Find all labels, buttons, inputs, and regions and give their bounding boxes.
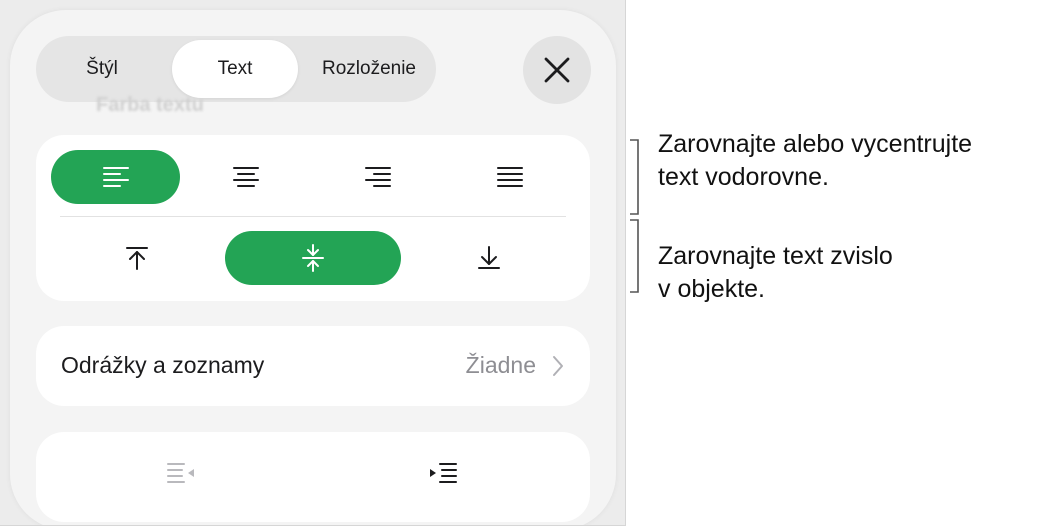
- bullets-and-lists-row[interactable]: Odrážky a zoznamy Žiadne: [36, 326, 590, 406]
- chevron-right-icon: [553, 356, 563, 376]
- tab-text[interactable]: Text: [172, 40, 298, 98]
- align-center-icon: [232, 167, 259, 187]
- align-bottom-icon: [478, 246, 500, 269]
- align-right-icon: [364, 167, 391, 187]
- align-bottom-button[interactable]: [403, 231, 575, 285]
- callout-brackets: [630, 139, 639, 293]
- format-tabs: Farba textu Štýl Text Rozloženie: [36, 36, 436, 116]
- align-middle-button[interactable]: [225, 231, 401, 285]
- align-left-button[interactable]: [51, 150, 180, 204]
- align-top-icon: [126, 247, 148, 270]
- close-icon: [544, 57, 570, 83]
- tab-style[interactable]: Štýl: [54, 40, 150, 98]
- align-top-button[interactable]: [51, 231, 223, 285]
- close-button[interactable]: [523, 36, 591, 104]
- annotation-horizontal: Zarovnajte alebo vycentrujte text vodoro…: [658, 128, 972, 194]
- alignment-divider: [60, 216, 566, 217]
- annotation-vertical: Zarovnajte text zvislo v objekte.: [658, 240, 893, 306]
- annotation-horizontal-line1: Zarovnajte alebo vycentrujte: [658, 130, 973, 158]
- increase-indent-icon: [430, 463, 457, 483]
- tab-layout[interactable]: Rozloženie: [312, 40, 426, 98]
- justify-button[interactable]: [445, 150, 574, 204]
- align-left-icon: [102, 167, 129, 187]
- bullets-label: Odrážky a zoznamy: [61, 352, 265, 378]
- align-middle-icon: [302, 244, 324, 272]
- bullets-value: Žiadne: [465, 352, 536, 378]
- align-right-button[interactable]: [313, 150, 442, 204]
- decrease-indent-button[interactable]: [126, 446, 236, 500]
- annotation-vertical-line1: Zarovnajte text zvislo: [658, 242, 893, 270]
- annotation-horizontal-line2: text vodorovne.: [658, 163, 829, 191]
- decrease-indent-icon: [167, 463, 194, 483]
- format-panel-frame: Farba textu Štýl Text Rozloženie Odrážky…: [0, 0, 626, 526]
- increase-indent-button[interactable]: [388, 446, 498, 500]
- annotation-vertical-line2: v objekte.: [658, 275, 766, 303]
- justify-icon: [496, 167, 523, 187]
- alignment-card: [36, 135, 590, 301]
- indent-card: [36, 432, 590, 522]
- align-center-button[interactable]: [181, 150, 310, 204]
